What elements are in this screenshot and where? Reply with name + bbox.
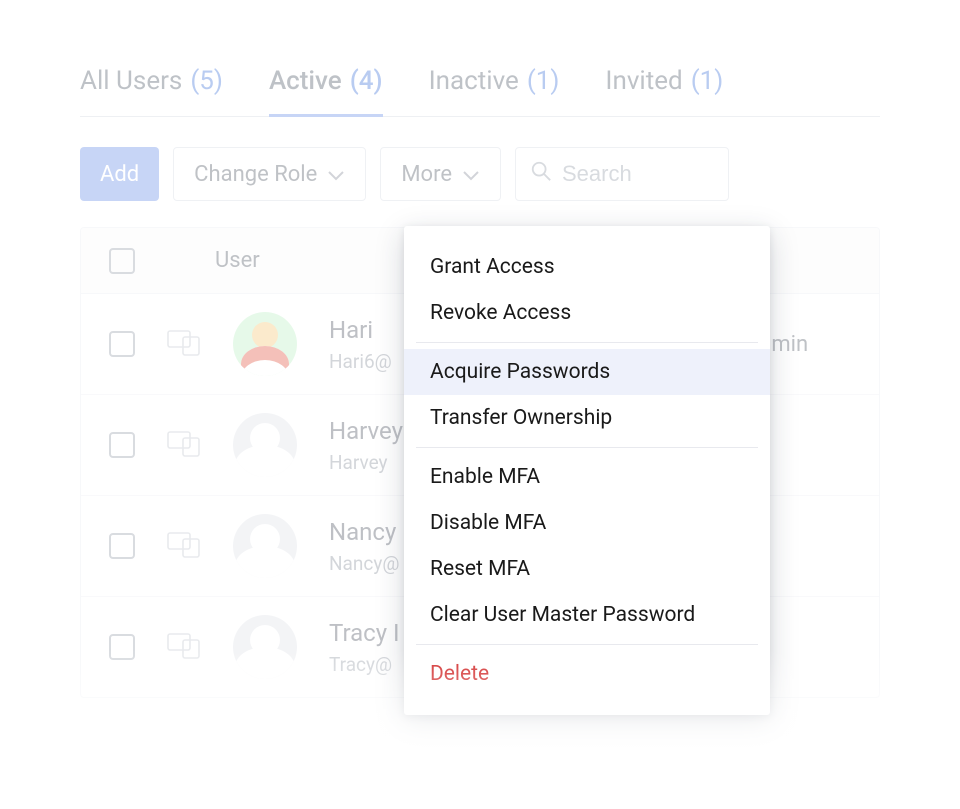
menu-item-disable-mfa[interactable]: Disable MFA [404,500,770,546]
menu-item-acquire-passwords[interactable]: Acquire Passwords [404,349,770,395]
more-dropdown-menu: Grant Access Revoke Access Acquire Passw… [404,226,770,715]
tab-label: Inactive [429,66,519,96]
tab-label: Active [269,66,342,96]
chevron-down-icon [462,162,480,187]
tab-active[interactable]: Active (4) [269,60,383,117]
tab-count: (1) [691,66,724,96]
tab-count: (4) [350,66,383,96]
select-all-checkbox[interactable] [109,248,135,274]
devices-icon [167,429,201,461]
add-button-label: Add [100,162,139,187]
row-checkbox[interactable] [109,533,135,559]
menu-divider [416,447,758,448]
tab-inactive[interactable]: Inactive (1) [429,60,560,116]
menu-item-revoke-access[interactable]: Revoke Access [404,290,770,336]
tab-invited[interactable]: Invited (1) [605,60,723,116]
add-button[interactable]: Add [80,147,159,201]
devices-icon [167,530,201,562]
devices-icon [167,631,201,663]
tab-label: All Users [80,66,182,96]
row-checkbox[interactable] [109,331,135,357]
more-button[interactable]: More [380,147,501,201]
menu-item-clear-master-password[interactable]: Clear User Master Password [404,592,770,638]
avatar [233,312,297,376]
row-checkbox[interactable] [109,634,135,660]
change-role-button[interactable]: Change Role [173,147,366,201]
user-tabs: All Users (5) Active (4) Inactive (1) In… [80,60,880,117]
menu-item-grant-access[interactable]: Grant Access [404,244,770,290]
tab-label: Invited [605,66,682,96]
avatar [233,514,297,578]
tab-count: (5) [190,66,223,96]
tab-all-users[interactable]: All Users (5) [80,60,223,116]
menu-item-reset-mfa[interactable]: Reset MFA [404,546,770,592]
more-label: More [401,162,452,187]
avatar [233,615,297,679]
tab-count: (1) [527,66,560,96]
menu-divider [416,342,758,343]
devices-icon [167,328,201,360]
change-role-label: Change Role [194,162,317,187]
menu-item-delete[interactable]: Delete [404,651,770,697]
menu-item-transfer-ownership[interactable]: Transfer Ownership [404,395,770,441]
search-icon [530,160,552,188]
search-field[interactable] [515,147,729,201]
avatar [233,413,297,477]
menu-item-enable-mfa[interactable]: Enable MFA [404,454,770,500]
row-checkbox[interactable] [109,432,135,458]
menu-divider [416,644,758,645]
toolbar: Add Change Role More [80,147,880,201]
search-input[interactable] [562,161,712,187]
chevron-down-icon [327,162,345,187]
